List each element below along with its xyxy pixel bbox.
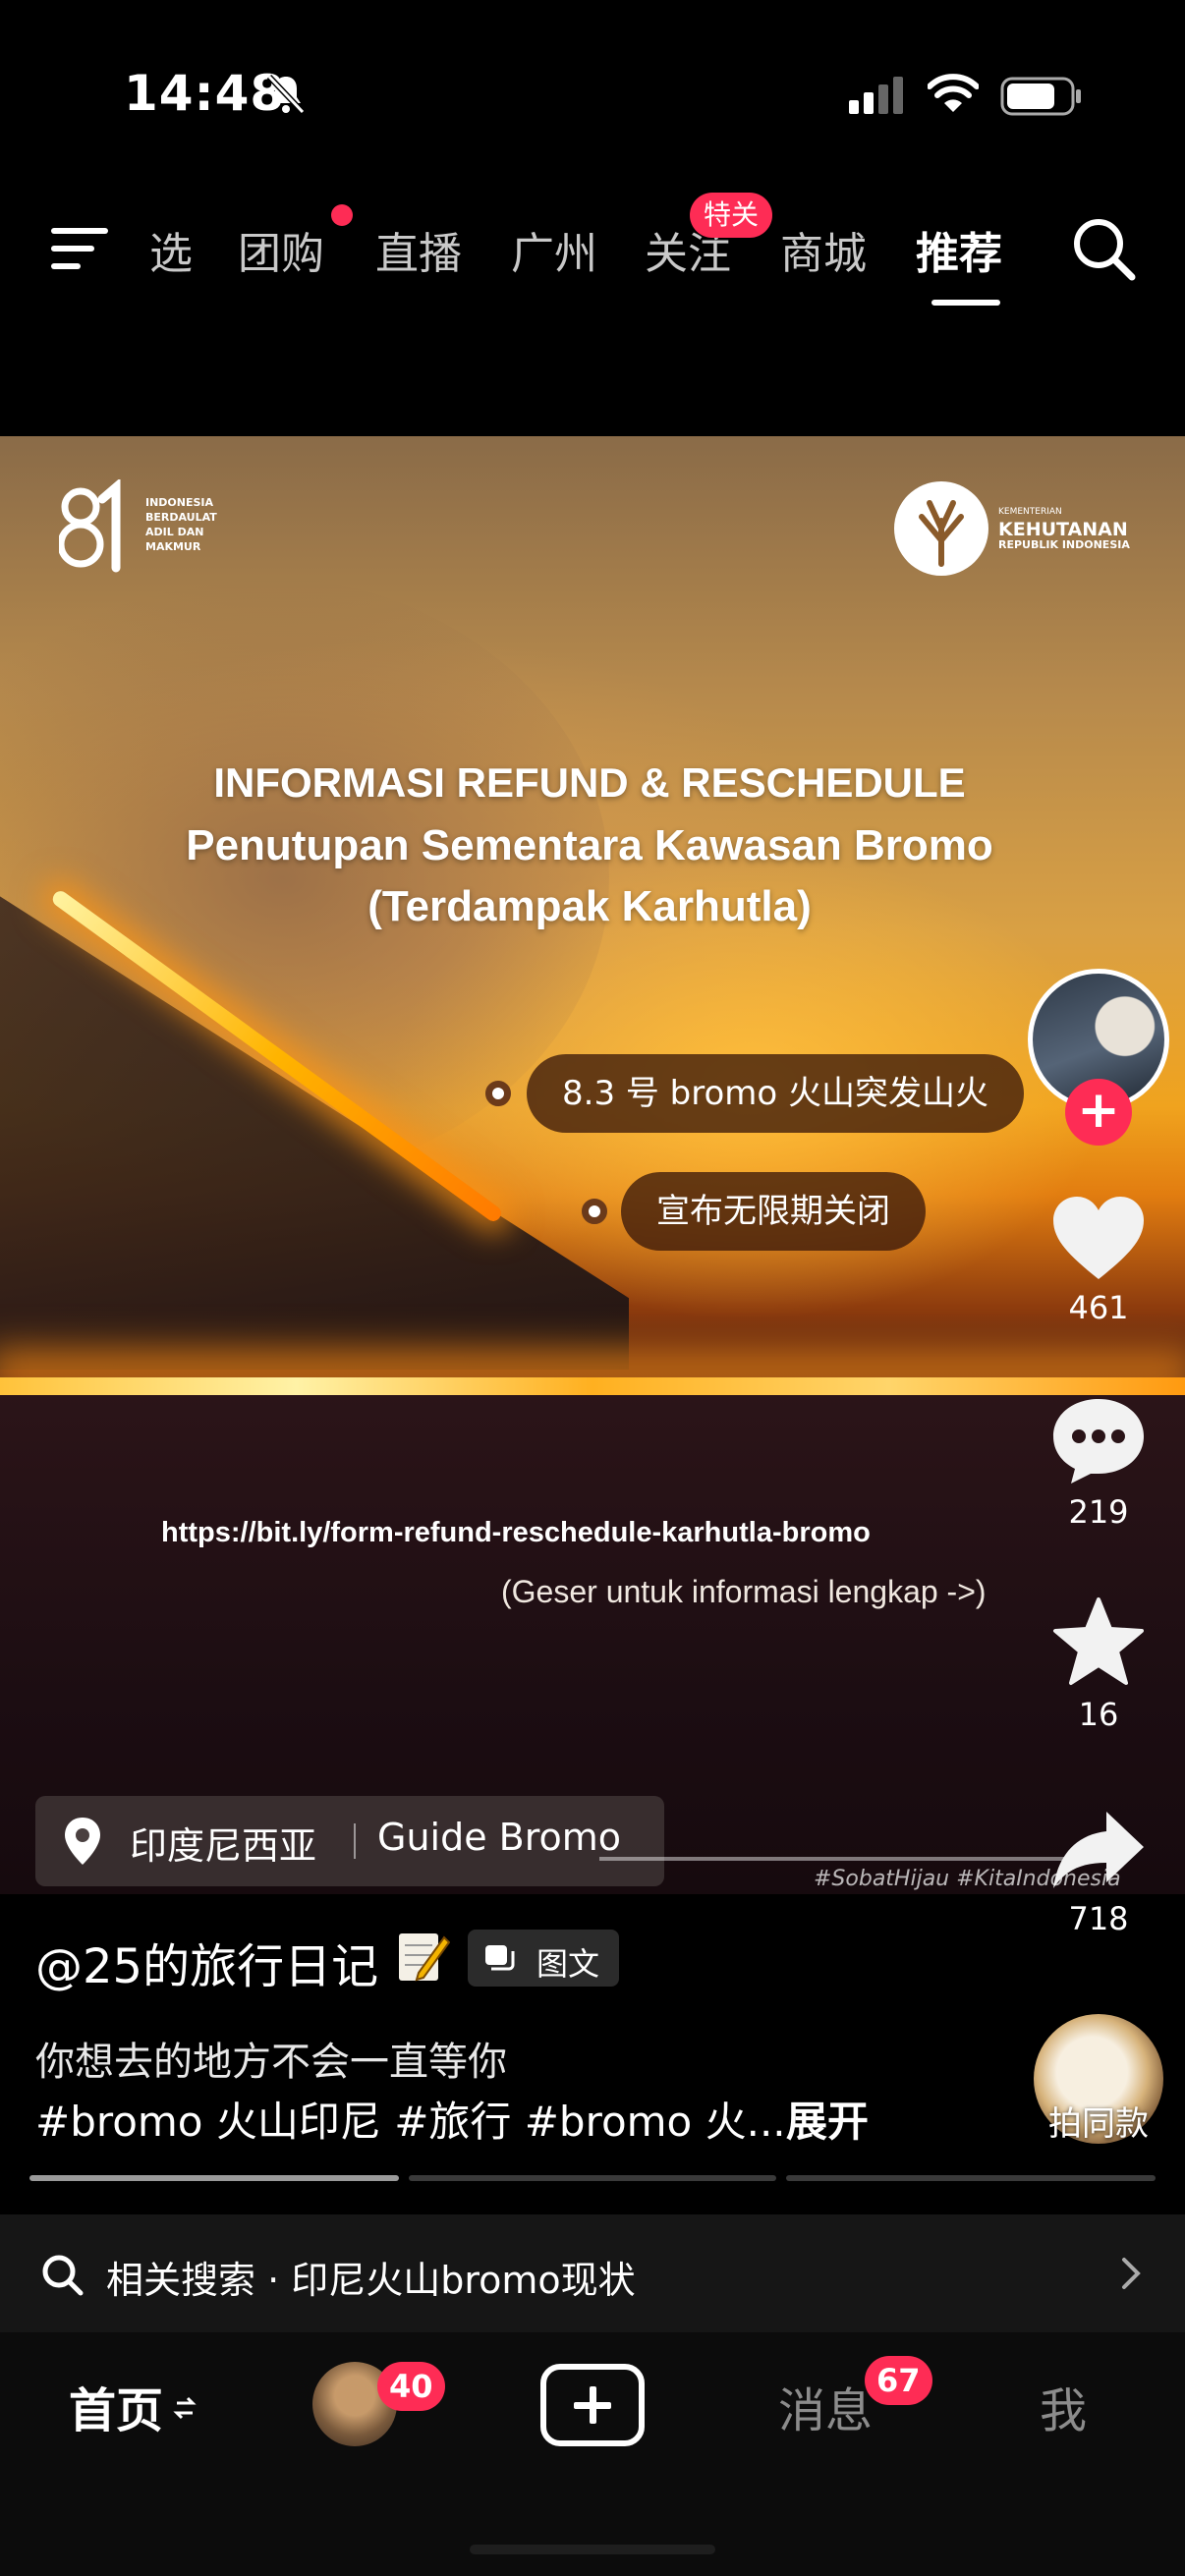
comment-icon — [1053, 1399, 1144, 1484]
switch-arrows-icon — [173, 2396, 197, 2420]
sticker-dot — [582, 1199, 607, 1224]
comment-count: 219 — [1068, 1493, 1129, 1531]
image-page-indicator — [29, 2175, 399, 2181]
logo-81-icon — [59, 479, 121, 573]
group-buy-dot — [331, 204, 353, 226]
tab-mall[interactable]: 商城 — [780, 218, 867, 281]
tab-group-buy[interactable]: 团购 — [238, 218, 324, 281]
location-country: 印度尼西亚 — [130, 1824, 317, 1868]
tab-live[interactable]: 直播 — [375, 218, 462, 281]
fire-front — [0, 1377, 1185, 1395]
chevron-right-icon — [1122, 2258, 1141, 2289]
memo-icon — [399, 1933, 450, 1982]
search-icon[interactable] — [1069, 214, 1138, 283]
active-tab-indicator — [931, 300, 1000, 306]
tab-recommended[interactable]: 推荐 — [916, 218, 1002, 281]
headline-affected: (Terdampak Karhutla) — [367, 882, 812, 930]
sticker-fire-date[interactable]: 8.3 号 bromo 火山突发山火 — [527, 1054, 1025, 1133]
swipe-hint: (Geser untuk informasi lengkap ->) — [501, 1574, 987, 1609]
photo-chip-label: 图文 — [536, 1945, 600, 1983]
status-time: 14:48 — [124, 65, 286, 122]
caption-line-1: 你想去的地方不会一直等你 — [35, 2040, 507, 2085]
top-nav: 选 团购 直播 广州 关注 商城 推荐 — [0, 196, 1185, 306]
wifi-icon — [928, 74, 979, 112]
messages-badge: 67 — [865, 2356, 932, 2405]
kehutanan-kementerian: KEMENTERIAN — [998, 507, 1062, 517]
share-button[interactable]: 718 — [1040, 1806, 1157, 1937]
related-search-text: 相关搜索 · 印尼火山bromo现状 — [106, 2259, 636, 2302]
location-pin-icon — [65, 1818, 100, 1865]
home-indicator — [470, 2545, 715, 2554]
like-count: 461 — [1068, 1289, 1129, 1326]
favorite-count: 16 — [1078, 1696, 1119, 1733]
image-page-indicator — [409, 2175, 776, 2181]
bell-muted-icon — [266, 74, 306, 115]
photo-stack-icon — [485, 1945, 515, 1971]
cellular-signal-icon — [849, 77, 903, 114]
share-arrow-icon — [1053, 1812, 1144, 1888]
location-poi: Guide Bromo — [377, 1816, 622, 1859]
expand-caption-button[interactable]: 展开 — [786, 2089, 869, 2149]
heart-icon — [1053, 1197, 1144, 1279]
headline-closure: Penutupan Sementara Kawasan Bromo — [186, 821, 993, 869]
share-count: 718 — [1068, 1900, 1129, 1937]
friends-badge: 40 — [377, 2362, 445, 2411]
menu-icon[interactable] — [49, 224, 110, 273]
sticker-dot — [485, 1081, 511, 1106]
image-page-indicator — [786, 2175, 1156, 2181]
headline-refund: INFORMASI REFUND & RESCHEDULE — [213, 759, 966, 806]
related-search-bar[interactable]: 相关搜索 · 印尼火山bromo现状 — [0, 2214, 1185, 2332]
favorite-button[interactable]: 16 — [1040, 1596, 1157, 1733]
comment-button[interactable]: 219 — [1040, 1393, 1157, 1531]
kehutanan-emblem-icon — [894, 481, 988, 576]
author-name[interactable]: @25的旅行日记 — [35, 1928, 378, 1996]
tab-me[interactable]: 我 — [1040, 2372, 1087, 2440]
media-progress-line — [599, 1857, 1091, 1861]
tab-select[interactable]: 选 — [149, 218, 193, 281]
location-separator — [354, 1823, 356, 1859]
follow-button[interactable]: + — [1065, 1079, 1132, 1146]
kehutanan-title: KEHUTANAN — [998, 519, 1128, 540]
caption-hashtags[interactable]: #bromo 火山印尼 #旅行 #bromo 火... — [35, 2089, 786, 2149]
sticker-closed[interactable]: 宣布无限期关闭 — [621, 1172, 926, 1251]
same-style-label[interactable]: 拍同款 — [1028, 2097, 1169, 2145]
kehutanan-subtitle: REPUBLIK INDONESIA — [998, 538, 1130, 551]
location-chip[interactable]: 印度尼西亚 Guide Bromo — [35, 1796, 664, 1886]
tab-guangzhou[interactable]: 广州 — [511, 218, 597, 281]
following-badge: 特关 — [690, 193, 773, 238]
logo-81-text: INDONESIA BERDAULAT ADIL DAN MAKMUR — [145, 496, 217, 553]
battery-icon — [1000, 77, 1081, 116]
status-bar: 14:48 — [0, 0, 1185, 187]
photo-post-chip: 图文 — [468, 1930, 619, 1987]
create-post-button[interactable] — [540, 2364, 645, 2446]
post-media[interactable] — [0, 436, 1185, 1894]
star-icon — [1053, 1597, 1144, 1685]
like-button[interactable]: 461 — [1040, 1193, 1157, 1326]
bottom-tab-bar: 首页 40 消息 67 我 — [0, 2332, 1185, 2576]
tab-messages[interactable]: 消息 — [778, 2372, 873, 2440]
search-icon — [42, 2255, 84, 2296]
refund-url: https://bit.ly/form-refund-reschedule-ka… — [161, 1517, 871, 1548]
tab-home[interactable]: 首页 — [69, 2372, 163, 2440]
